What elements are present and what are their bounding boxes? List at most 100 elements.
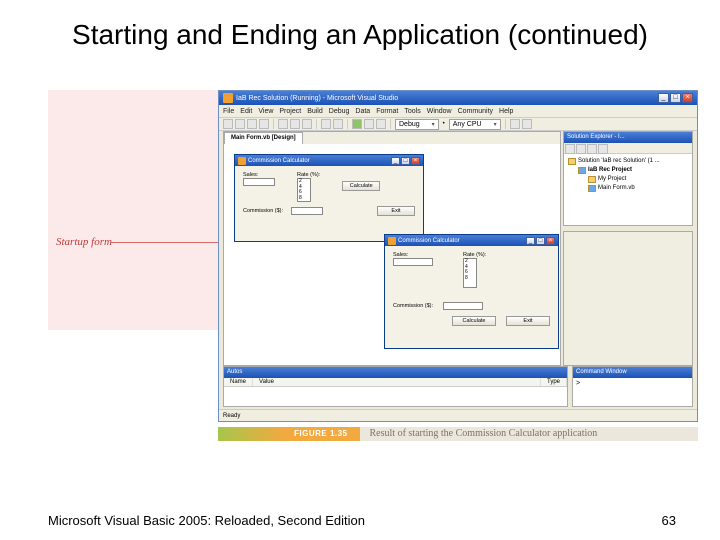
play-icon[interactable]: [352, 119, 362, 129]
designer-panel: Main Form.vb [Design] Commission Calcula…: [223, 131, 561, 366]
run-sales-input[interactable]: [393, 258, 433, 266]
menu-edit[interactable]: Edit: [240, 108, 252, 115]
ide-titlebar: IaB Rec Solution (Running) - Microsoft V…: [219, 91, 697, 105]
footer-text: Microsoft Visual Basic 2005: Reloaded, S…: [48, 513, 365, 528]
maximize-button[interactable]: □: [670, 93, 681, 103]
autos-panel: Autos Name Value Type: [223, 366, 568, 407]
form-minimize[interactable]: _: [391, 157, 400, 165]
toolbar-icon[interactable]: [302, 119, 312, 129]
commission-output: [291, 207, 323, 215]
bottom-panels: Autos Name Value Type Command Window >: [219, 366, 697, 407]
form-icon: [388, 237, 396, 245]
designer-form: Commission Calculator _ □ × Sales:: [234, 154, 424, 242]
form-maximize[interactable]: □: [401, 157, 410, 165]
ide-body: Main Form.vb [Design] Commission Calcula…: [219, 131, 697, 366]
toolbar-icon[interactable]: [587, 144, 597, 154]
design-surface: Commission Calculator _ □ × Sales:: [224, 144, 560, 365]
toolbar-icon[interactable]: [364, 119, 374, 129]
callout-background: [48, 90, 218, 330]
rate-listbox[interactable]: 2468: [297, 178, 311, 202]
tree-project[interactable]: IaB Rec Project: [578, 166, 688, 175]
toolbar-icon[interactable]: [510, 119, 520, 129]
toolbar-icon[interactable]: [576, 144, 586, 154]
run-rate-listbox[interactable]: 2468: [463, 258, 477, 288]
toolbar-icon[interactable]: [598, 144, 608, 154]
toolbar: Debug • Any CPU: [219, 117, 697, 131]
run-title: Commission Calculator: [398, 238, 460, 244]
properties-panel: [563, 231, 693, 366]
run-commission-label: Commission ($):: [393, 303, 433, 309]
menu-format[interactable]: Format: [376, 108, 398, 115]
toolbar-icon[interactable]: [223, 119, 233, 129]
toolbar-icon[interactable]: [522, 119, 532, 129]
menu-project[interactable]: Project: [279, 108, 301, 115]
folder-icon: [588, 176, 596, 183]
ide-title-text: IaB Rec Solution (Running) - Microsoft V…: [236, 95, 398, 102]
toolbar-icon[interactable]: [565, 144, 575, 154]
command-window: Command Window >: [572, 366, 693, 407]
solution-explorer-header: Solution Explorer - I...: [564, 132, 692, 143]
run-minimize[interactable]: _: [526, 237, 535, 245]
menu-window[interactable]: Window: [427, 108, 452, 115]
page-number: 63: [662, 513, 676, 528]
toolbar-icon[interactable]: [278, 119, 288, 129]
autos-columns: Name Value Type: [224, 378, 567, 387]
menu-debug[interactable]: Debug: [329, 108, 350, 115]
vb-file-icon: [588, 185, 596, 192]
solution-explorer: Solution Explorer - I... Solution 'IaB r…: [563, 131, 693, 226]
toolbar-icon[interactable]: [247, 119, 257, 129]
cmd-header: Command Window: [573, 367, 692, 378]
figure-number: FIGURE 1.35: [288, 427, 360, 441]
form-title: Commission Calculator: [248, 158, 310, 164]
toolbar-icon[interactable]: [235, 119, 245, 129]
toolbar-icon[interactable]: [333, 119, 343, 129]
menu-build[interactable]: Build: [307, 108, 323, 115]
status-bar: Ready: [219, 409, 697, 421]
menu-file[interactable]: File: [223, 108, 234, 115]
menu-data[interactable]: Data: [355, 108, 370, 115]
toolbar-icon[interactable]: [321, 119, 331, 129]
menu-bar: File Edit View Project Build Debug Data …: [219, 105, 697, 117]
solution-tree: Solution 'IaB rec Solution' (1 ... IaB R…: [564, 154, 692, 196]
designer-tab[interactable]: Main Form.vb [Design]: [224, 132, 303, 144]
caption-accent: [218, 427, 288, 441]
running-app-window: Commission Calculator _ □ × Sales:: [384, 234, 559, 349]
form-close[interactable]: ×: [411, 157, 420, 165]
run-close[interactable]: ×: [546, 237, 555, 245]
figure-caption-bar: FIGURE 1.35 Result of starting the Commi…: [218, 427, 698, 441]
tree-solution[interactable]: Solution 'IaB rec Solution' (1 ...: [568, 157, 688, 166]
exit-button[interactable]: Exit: [377, 206, 415, 216]
run-maximize[interactable]: □: [536, 237, 545, 245]
menu-community[interactable]: Community: [458, 108, 493, 115]
solution-toolbar: [564, 143, 692, 154]
vs-icon: [223, 93, 233, 103]
platform-dropdown[interactable]: Any CPU: [449, 119, 501, 130]
menu-tools[interactable]: Tools: [404, 108, 420, 115]
toolbar-icon[interactable]: [376, 119, 386, 129]
toolbar-icon[interactable]: [259, 119, 269, 129]
tree-form[interactable]: Main Form.vb: [588, 184, 688, 193]
figure-caption: Result of starting the Commission Calcul…: [360, 427, 698, 441]
form-icon: [238, 157, 246, 165]
slide-title: Starting and Ending an Application (cont…: [0, 0, 720, 60]
cmd-prompt[interactable]: >: [573, 378, 692, 389]
commission-label: Commission ($):: [243, 208, 283, 214]
tree-myproject[interactable]: My Project: [588, 175, 688, 184]
figure-area: Startup form IaB Rec Solution (Running) …: [48, 90, 700, 450]
run-calculate-button[interactable]: Calculate: [452, 316, 496, 326]
toolbar-icon[interactable]: [290, 119, 300, 129]
ide-window: IaB Rec Solution (Running) - Microsoft V…: [218, 90, 698, 422]
solution-icon: [568, 158, 576, 165]
menu-view[interactable]: View: [258, 108, 273, 115]
calculate-button[interactable]: Calculate: [342, 181, 380, 191]
sales-input[interactable]: [243, 178, 275, 186]
minimize-button[interactable]: _: [658, 93, 669, 103]
menu-help[interactable]: Help: [499, 108, 513, 115]
close-button[interactable]: ×: [682, 93, 693, 103]
project-icon: [578, 167, 586, 174]
callout-label: Startup form: [56, 236, 112, 248]
config-dropdown[interactable]: Debug: [395, 119, 439, 130]
run-commission-output: [443, 302, 483, 310]
run-exit-button[interactable]: Exit: [506, 316, 550, 326]
form-titlebar: Commission Calculator _ □ ×: [235, 155, 423, 166]
